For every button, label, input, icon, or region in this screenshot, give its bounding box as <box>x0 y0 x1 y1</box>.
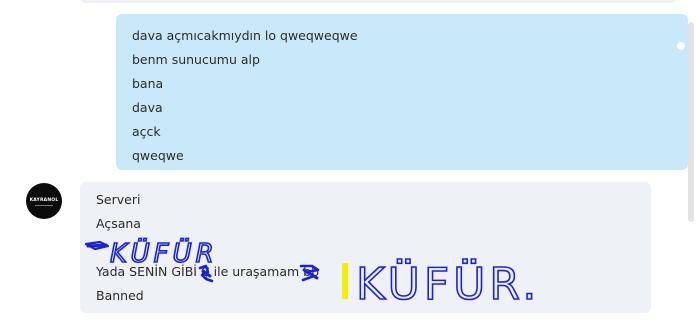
message-line: açck <box>132 124 161 139</box>
message-line: Banned <box>96 288 144 303</box>
message-line <box>96 236 635 260</box>
message-line: benm sunucumu alp <box>132 52 260 67</box>
scrollbar[interactable] <box>686 0 696 335</box>
message-line: bana <box>132 76 164 91</box>
avatar[interactable]: KAYRANOL <box>26 183 62 219</box>
outgoing-message-bubble: dava açmıcakmıydın lo qweqweqwe benm sun… <box>116 14 688 170</box>
message-line: dava <box>132 100 163 115</box>
message-line: Yada SENİN GİBİ Ç ile uraşamam bb <box>96 264 320 279</box>
scrollbar-thumb[interactable] <box>688 22 694 222</box>
avatar-logo-underline <box>35 205 53 206</box>
message-line: dava açmıcakmıydın lo qweqweqwe <box>132 28 358 43</box>
message-line: qweqwe <box>132 148 184 163</box>
incoming-message-bubble: Serveri Açsana Yada SENİN GİBİ Ç ile ura… <box>80 182 651 313</box>
previous-message-bubble <box>80 0 677 3</box>
message-line: Serveri <box>96 192 141 207</box>
message-line: Açsana <box>96 216 141 231</box>
unread-dot <box>677 42 685 50</box>
avatar-logo-text: KAYRANOL <box>29 198 59 203</box>
